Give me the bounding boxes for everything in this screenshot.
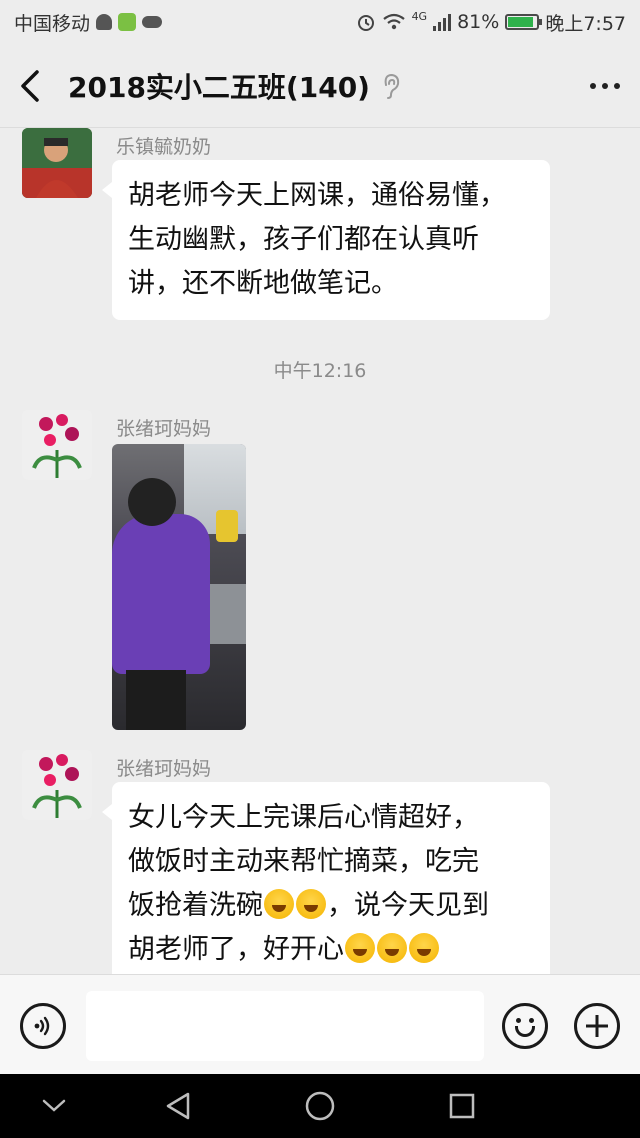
avatar[interactable] (22, 750, 92, 820)
notification-bell-icon (96, 14, 113, 30)
sender-name: 乐镇毓奶奶 (116, 136, 212, 158)
app-notification-icon (118, 13, 137, 31)
sender-name: 张绪珂妈妈 (116, 418, 212, 440)
battery-percent: 81% (457, 11, 500, 33)
wifi-icon (382, 13, 405, 30)
message-line: 做饭时主动来帮忙摘菜，吃完 (128, 846, 479, 877)
clock: 晚上7:57 (545, 12, 626, 35)
chevron-down-icon[interactable] (22, 1074, 86, 1138)
tears-of-joy-emoji-icon (264, 889, 294, 919)
chat-header: 2018实小二五班(140) (0, 44, 640, 128)
message-bubble[interactable]: 胡老师今天上网课，通俗易懂， 生动幽默，孩子们都在认真听 讲，还不断地做笔记。 (102, 160, 550, 320)
time-stamp: 中午12:16 (273, 360, 367, 382)
crying-laughing-emoji-icon (345, 933, 375, 963)
message-line: 女儿今天上完课后心情超好， (128, 802, 479, 833)
message-text: 饭抢着洗碗 (128, 890, 263, 921)
more-icon[interactable] (570, 44, 640, 128)
tears-of-joy-emoji-icon (296, 889, 326, 919)
triangle-back-icon[interactable] (146, 1074, 210, 1138)
avatar[interactable] (22, 128, 92, 198)
message-text: 胡老师了，好开心 (128, 934, 344, 965)
system-nav-bar (0, 1074, 640, 1138)
back-icon[interactable] (0, 44, 60, 128)
crying-laughing-emoji-icon (377, 933, 407, 963)
message-bubble[interactable]: 女儿今天上完课后心情超好， 做饭时主动来帮忙摘菜，吃完 饭抢着洗碗 ，说今天见到 … (102, 782, 550, 974)
circle-home-icon[interactable] (288, 1074, 352, 1138)
square-recent-icon[interactable] (430, 1074, 494, 1138)
status-bar: 中国移动 4G 81% 晚上7:57 (0, 0, 640, 44)
carrier-label: 中国移动 (14, 12, 91, 35)
plus-icon[interactable] (574, 1003, 620, 1049)
alarm-icon (357, 15, 374, 31)
message-line-with-emoji: 饭抢着洗碗 ，说今天见到 (128, 884, 534, 928)
avatar[interactable] (22, 410, 92, 480)
battery-icon (505, 14, 543, 30)
chat-title: 2018实小二五班(140) (68, 70, 370, 104)
emoji-icon[interactable] (502, 1003, 548, 1049)
ear-icon (384, 73, 400, 99)
input-bar (0, 974, 640, 1074)
voice-icon[interactable] (20, 1003, 66, 1049)
message-input[interactable] (86, 991, 484, 1061)
network-type: 4G (411, 9, 428, 23)
message-list[interactable]: 乐镇毓奶奶 胡老师今天上网课，通俗易懂， 生动幽默，孩子们都在认真听 讲，还不断… (0, 128, 640, 974)
message-line-with-emoji: 胡老师了，好开心 (128, 928, 534, 972)
message-photo[interactable] (112, 444, 246, 730)
crying-laughing-emoji-icon (409, 933, 439, 963)
signal-icon (433, 13, 452, 31)
cloud-icon (142, 16, 163, 28)
message-text: ，说今天见到 (327, 890, 489, 921)
sender-name: 张绪珂妈妈 (116, 758, 212, 780)
